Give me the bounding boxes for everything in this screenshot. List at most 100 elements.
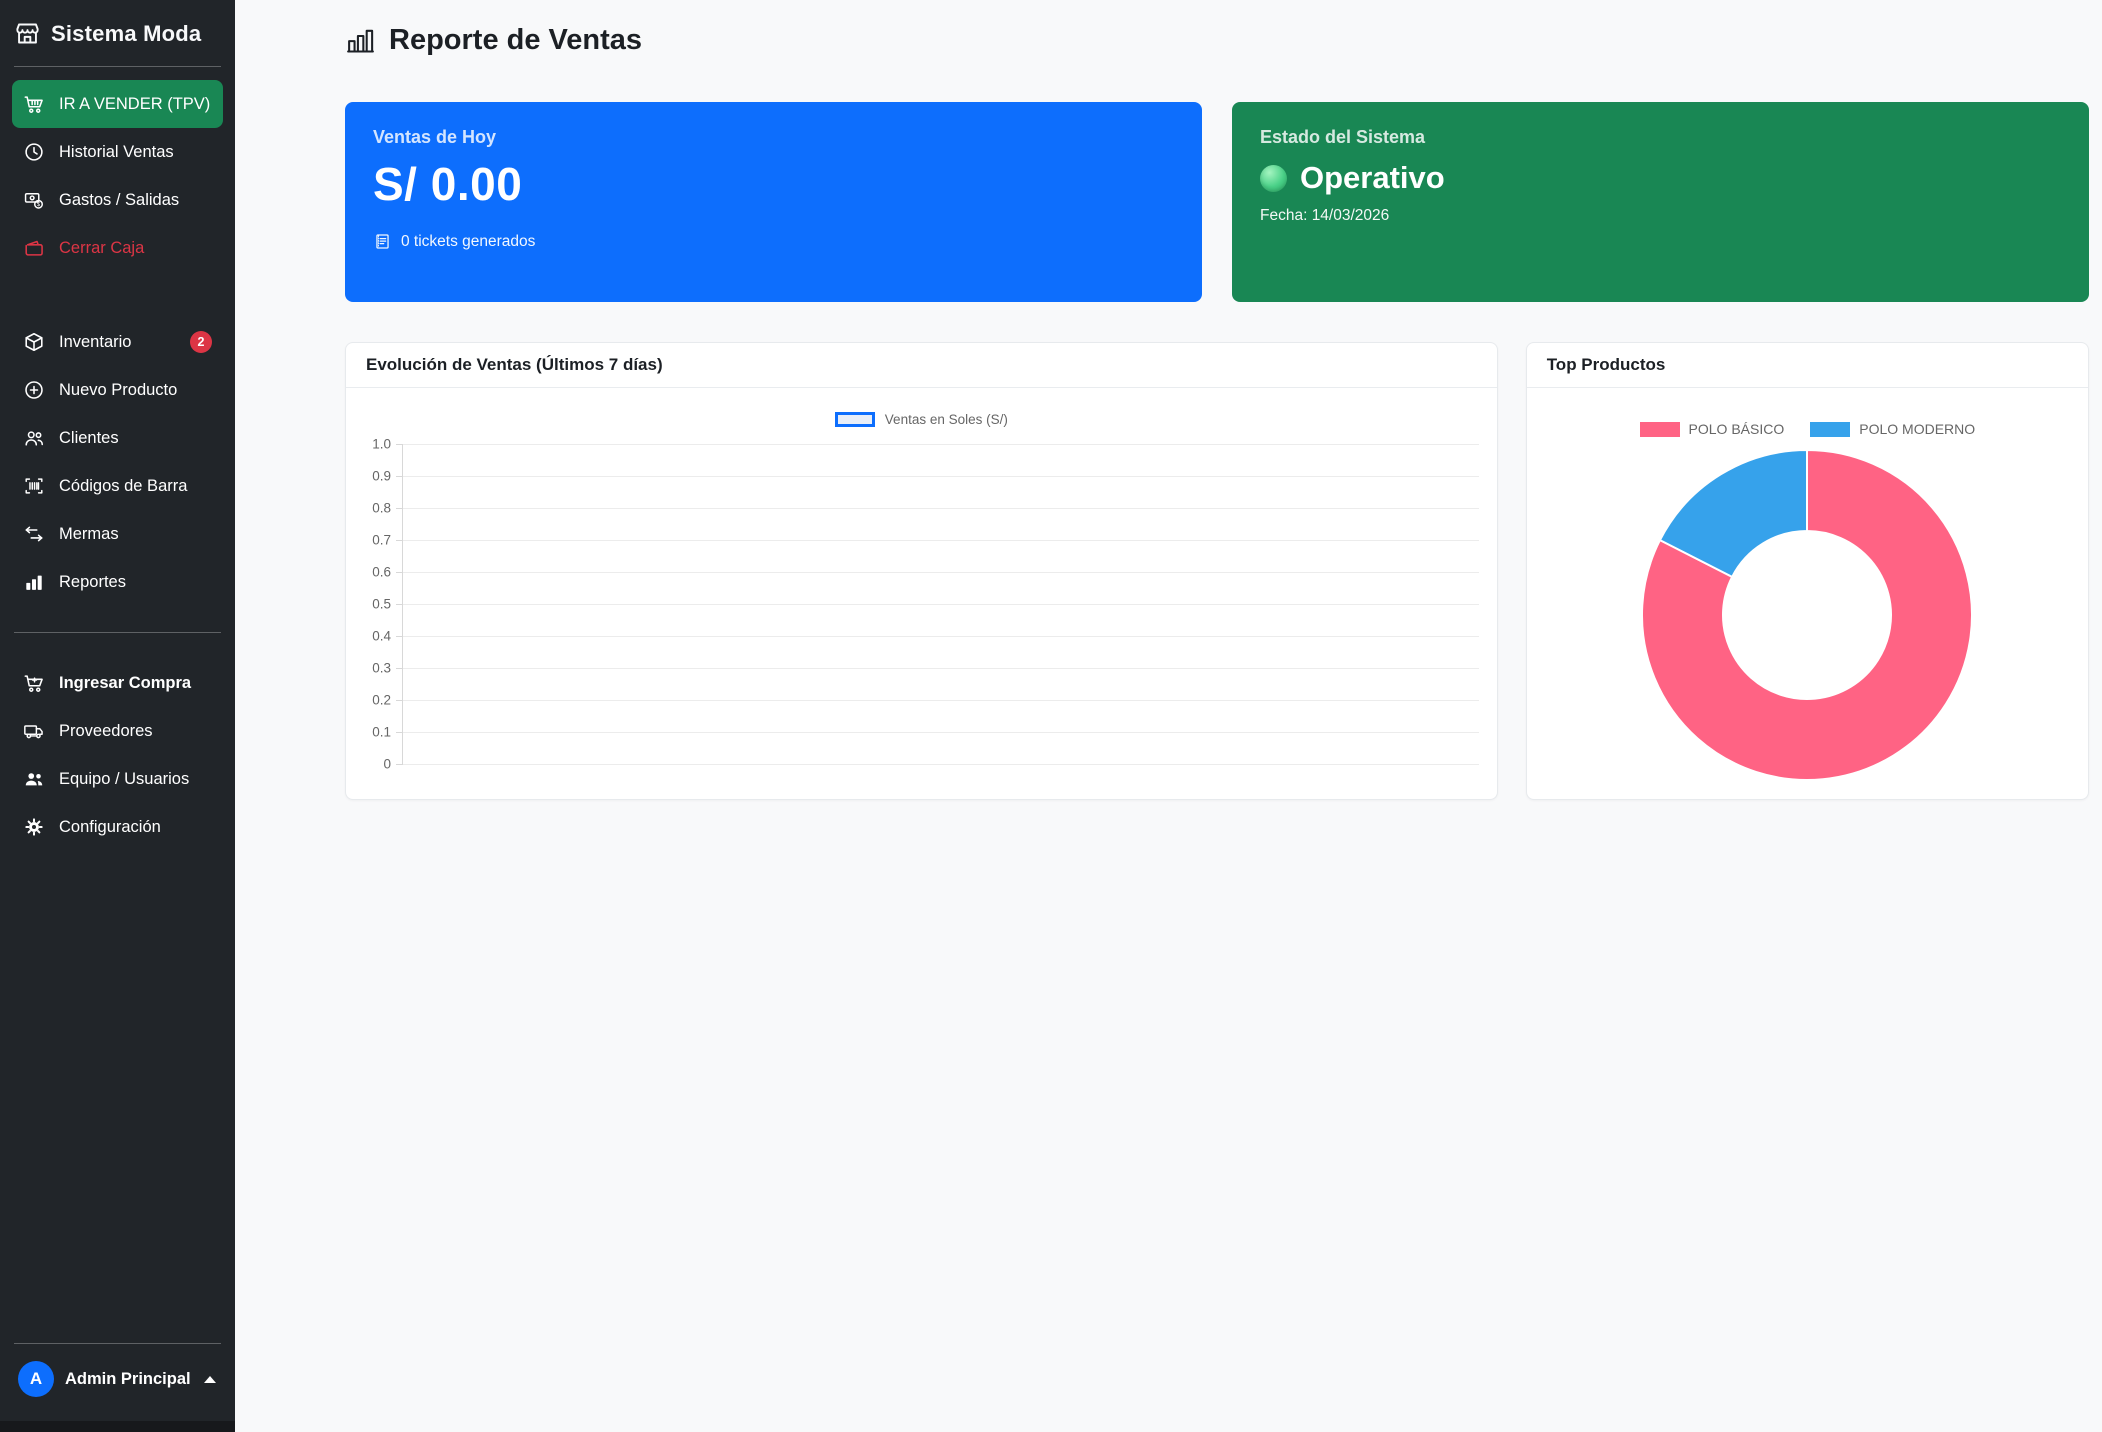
app-logo: Sistema Moda	[12, 14, 223, 53]
y-tick-label: 0.8	[372, 501, 391, 516]
sales-today-card: Ventas de Hoy S/ 0.00 0 tickets generado…	[345, 102, 1202, 302]
sidebar-spacer	[12, 851, 223, 1330]
swap-arrows-icon	[23, 523, 45, 545]
y-tick-label: 0.2	[372, 693, 391, 708]
gridline	[403, 540, 1479, 541]
tickets-label: 0 tickets generados	[401, 233, 535, 251]
sidebar-item-inventario[interactable]: Inventario 2	[12, 318, 223, 366]
gridline	[403, 636, 1479, 637]
gridline	[403, 700, 1479, 701]
status-card-title: Estado del Sistema	[1260, 127, 2061, 148]
status-row: Operativo	[1260, 160, 2061, 196]
gear-icon	[23, 816, 45, 838]
sidebar-item-label: Cerrar Caja	[59, 239, 144, 258]
sidebar-bottom-strip	[0, 1421, 235, 1432]
sidebar-item-cerrar-caja[interactable]: Cerrar Caja	[12, 224, 223, 272]
user-name: Admin Principal	[65, 1370, 191, 1389]
y-axis-tick	[396, 540, 403, 541]
y-axis-tick	[396, 700, 403, 701]
donut-legend-item-polo-basico[interactable]: POLO BÁSICO	[1640, 421, 1785, 437]
sidebar-item-codigos-de-barra[interactable]: Códigos de Barra	[12, 462, 223, 510]
donut-legend-item-polo-moderno[interactable]: POLO MODERNO	[1810, 421, 1975, 437]
app-name: Sistema Moda	[51, 21, 201, 47]
sidebar-item-label: Nuevo Producto	[59, 381, 177, 400]
y-tick-label: 0.5	[372, 597, 391, 612]
sidebar-item-gastos-salidas[interactable]: $ Gastos / Salidas	[12, 176, 223, 224]
sidebar-item-label: Mermas	[59, 525, 119, 544]
sidebar-item-label: Equipo / Usuarios	[59, 770, 189, 789]
sidebar-item-label: Reportes	[59, 573, 126, 592]
sidebar-item-ingresar-compra[interactable]: Ingresar Compra	[12, 659, 223, 707]
sales-card-title: Ventas de Hoy	[373, 127, 1174, 148]
y-axis-tick	[396, 764, 403, 765]
y-tick-label: 0.3	[372, 661, 391, 676]
legend-swatch	[835, 412, 875, 427]
legend-label: Ventas en Soles (S/)	[885, 412, 1008, 427]
truck-icon	[23, 720, 45, 742]
page-title: Reporte de Ventas	[345, 24, 2089, 57]
charts-row: Evolución de Ventas (Últimos 7 días) Ven…	[345, 342, 2089, 800]
cart-icon	[23, 93, 45, 115]
wallet-icon	[23, 237, 45, 259]
sidebar-item-historial-ventas[interactable]: Historial Ventas	[12, 128, 223, 176]
sidebar-item-label: Ingresar Compra	[59, 674, 191, 693]
sidebar-item-configuracion[interactable]: Configuración	[12, 803, 223, 851]
y-axis-tick	[396, 604, 403, 605]
bar-chart-outline-icon	[345, 25, 376, 56]
sidebar-item-ir-a-vender-tpv[interactable]: IR A VENDER (TPV)	[12, 80, 223, 128]
y-tick-label: 0.7	[372, 533, 391, 548]
legend-swatch	[1640, 422, 1680, 437]
y-axis-tick	[396, 444, 403, 445]
people-icon	[23, 427, 45, 449]
donut-chart-area: POLO BÁSICO POLO MODERNO	[1527, 388, 2088, 799]
line-chart-area: Ventas en Soles (S/) 1.00.90.80.70.60.50…	[346, 388, 1497, 799]
status-date: Fecha: 14/03/2026	[1260, 207, 2061, 225]
sidebar-item-equipo-usuarios[interactable]: Equipo / Usuarios	[12, 755, 223, 803]
store-icon	[14, 20, 41, 47]
y-tick-label: 1.0	[372, 437, 391, 452]
line-chart-plot: 1.00.90.80.70.60.50.40.30.20.10	[402, 444, 1479, 764]
sidebar-item-clientes[interactable]: Clientes	[12, 414, 223, 462]
inventory-badge: 2	[190, 331, 212, 353]
user-menu[interactable]: A Admin Principal	[12, 1344, 223, 1421]
legend-label: POLO MODERNO	[1859, 421, 1975, 437]
sidebar-divider	[14, 632, 221, 633]
avatar: A	[18, 1361, 54, 1397]
donut-chart-svg	[1639, 447, 1975, 783]
sidebar-item-label: Clientes	[59, 429, 119, 448]
bar-chart-icon	[23, 571, 45, 593]
gridline	[403, 668, 1479, 669]
line-chart-legend[interactable]: Ventas en Soles (S/)	[346, 412, 1497, 427]
gridline	[403, 444, 1479, 445]
y-axis-tick	[396, 636, 403, 637]
sidebar-item-label: Proveedores	[59, 722, 153, 741]
sidebar-item-reportes[interactable]: Reportes	[12, 558, 223, 606]
sidebar-item-proveedores[interactable]: Proveedores	[12, 707, 223, 755]
y-tick-label: 0.4	[372, 629, 391, 644]
sidebar-item-label: Configuración	[59, 818, 161, 837]
gridline	[403, 572, 1479, 573]
y-axis-tick	[396, 732, 403, 733]
sidebar-nav-catalog: Inventario 2 Nuevo Producto Clientes	[12, 318, 223, 606]
app-window: Sistema Moda IR A VENDER (TPV) Historial…	[0, 0, 2102, 1432]
y-axis-tick	[396, 668, 403, 669]
main-content: Reporte de Ventas Ventas de Hoy S/ 0.00 …	[235, 0, 2102, 1432]
gridline	[403, 764, 1479, 765]
users-icon	[23, 768, 45, 790]
sales-evolution-title: Evolución de Ventas (Últimos 7 días)	[346, 343, 1497, 388]
sidebar-item-nuevo-producto[interactable]: Nuevo Producto	[12, 366, 223, 414]
gridline	[403, 476, 1479, 477]
status-dot	[1260, 165, 1287, 192]
sidebar-item-label: Historial Ventas	[59, 143, 174, 162]
receipt-icon	[373, 232, 392, 251]
cash-icon: $	[23, 189, 45, 211]
y-axis-tick	[396, 476, 403, 477]
y-tick-label: 0.1	[372, 725, 391, 740]
y-tick-label: 0	[383, 757, 391, 772]
sidebar-item-mermas[interactable]: Mermas	[12, 510, 223, 558]
status-text: Operativo	[1300, 160, 1445, 196]
sidebar: Sistema Moda IR A VENDER (TPV) Historial…	[0, 0, 235, 1432]
top-products-title: Top Productos	[1527, 343, 2088, 388]
y-tick-label: 0.6	[372, 565, 391, 580]
plus-circle-icon	[23, 379, 45, 401]
